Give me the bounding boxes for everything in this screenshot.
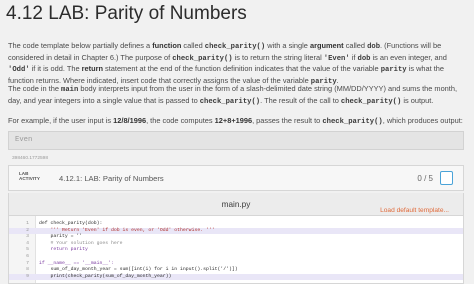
code-line[interactable]: 8 sum_of_day_month_year = sum([int(i) fo…: [9, 267, 463, 274]
example-output-text: Even: [15, 136, 33, 144]
load-default-template-link[interactable]: Load default template...: [380, 207, 449, 214]
lab-activity-header: LAB ACTIVITY 4.12.1: LAB: Parity of Numb…: [8, 165, 464, 191]
score-text: 0 / 5: [417, 174, 433, 183]
instructions-paragraph-1: The code template below partially define…: [8, 41, 447, 87]
instructions-paragraph-3: For example, if the user input is 12/8/1…: [8, 116, 463, 126]
code-line[interactable]: 3 parity = '': [9, 234, 463, 241]
instructions-paragraph-2: The code in the main body interprets inp…: [8, 84, 458, 106]
example-output-box: Even: [8, 131, 464, 150]
code-line[interactable]: 9 print(check_parity(sum_of_day_month_ye…: [9, 273, 463, 281]
activity-title: 4.12.1: LAB: Parity of Numbers: [59, 174, 164, 183]
code-editor[interactable]: 1 def check_parity(dob): 2 ''' Return 'Ev…: [8, 215, 464, 284]
activity-id: 398460.1772598: [12, 156, 49, 161]
code-line[interactable]: 5 return parity: [9, 247, 463, 254]
score-indicator: [440, 171, 453, 185]
code-line[interactable]: 6: [9, 254, 463, 261]
lab-activity-badge: LAB ACTIVITY: [19, 171, 40, 182]
editor-header: main.py Load default template...: [8, 193, 464, 215]
code-line[interactable]: 1 def check_parity(dob):: [9, 221, 463, 228]
page-title: 4.12 LAB: Parity of Numbers: [6, 3, 247, 24]
